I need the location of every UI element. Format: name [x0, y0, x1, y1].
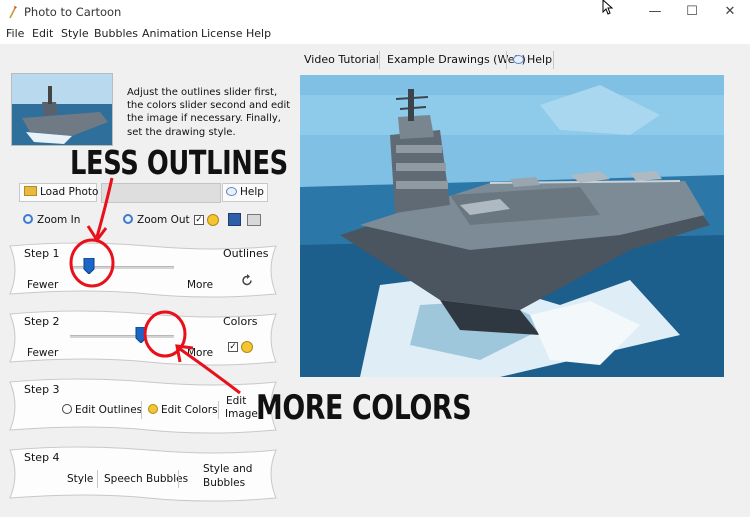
- annotation-circle-outlines: [69, 238, 115, 288]
- annotation-less-outlines: LESS OUTLINES: [70, 143, 288, 182]
- annotation-arrow-colors: [179, 347, 241, 395]
- annotation-overlay: [69, 177, 241, 395]
- annotation-more-colors: MORE COLORS: [256, 388, 472, 428]
